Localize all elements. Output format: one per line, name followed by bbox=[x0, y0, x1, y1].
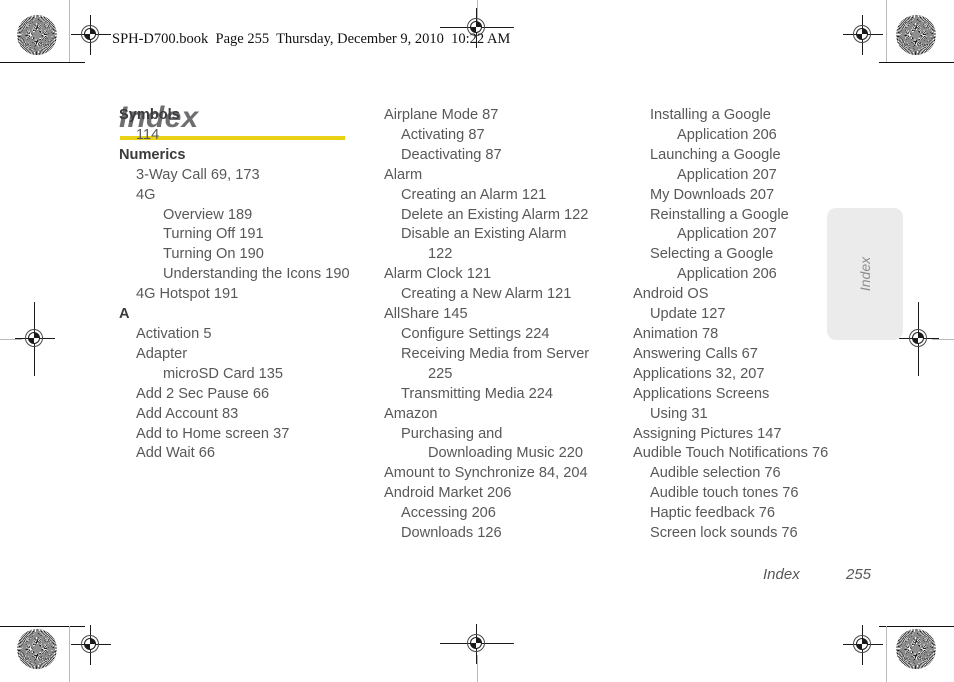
index-entry: Downloads 126 bbox=[401, 525, 502, 542]
crop-line-bottom-right bbox=[879, 626, 954, 627]
registration-target-bottom-left bbox=[71, 625, 111, 665]
index-entry: microSD Card 135 bbox=[163, 365, 284, 382]
registration-target-bottom-right bbox=[843, 625, 883, 665]
thumb-tab-index: Index bbox=[827, 208, 903, 340]
index-entry: Understanding the Icons 190 bbox=[163, 266, 350, 283]
index-entry: Downloading Music 220 bbox=[428, 445, 583, 462]
crop-line-left-vertical-bottom bbox=[69, 626, 70, 682]
index-entry: Disable an Existing Alarm bbox=[401, 226, 567, 243]
index-entry: 122 bbox=[428, 246, 453, 263]
index-entry: 4G bbox=[136, 186, 156, 203]
index-entry: Deactivating 87 bbox=[401, 146, 502, 163]
index-entry: Launching a Google bbox=[650, 146, 781, 163]
crop-line-left-vertical bbox=[69, 0, 70, 62]
starburst-registration-mark-bottom-left bbox=[17, 629, 57, 669]
index-entry: Alarm Clock 121 bbox=[384, 266, 492, 283]
index-entry: Airplane Mode 87 bbox=[384, 107, 499, 123]
index-entry: 114 bbox=[136, 126, 160, 143]
index-entry: 3-Way Call 69, 173 bbox=[136, 166, 260, 183]
index-entry: Applications Screens bbox=[633, 385, 770, 402]
registration-target-bottom-center bbox=[440, 624, 514, 664]
footer-section-label: Index bbox=[763, 566, 800, 583]
index-entry: Overview 189 bbox=[163, 206, 253, 223]
index-entry: Assigning Pictures 147 bbox=[633, 425, 782, 442]
registration-target-top-right bbox=[843, 15, 883, 55]
starburst-registration-mark-bottom-right bbox=[896, 629, 936, 669]
index-entry: Turning On 190 bbox=[163, 246, 264, 263]
index-column-1: Symbols 114 Numerics 3-Way Call 69, 173 4G Ov… bbox=[119, 106, 369, 464]
index-entry: My Downloads 207 bbox=[650, 186, 775, 203]
crop-line-top-left bbox=[0, 62, 85, 63]
index-entry: Configure Settings 224 bbox=[401, 325, 550, 342]
index-column-2: Airplane Mode 87 Activating 87 Deactivatin… bbox=[384, 106, 634, 544]
index-entry: Transmitting Media 224 bbox=[401, 385, 553, 402]
book-file-header: SPH-D700.book Page 255 Thursday, Decembe… bbox=[112, 31, 511, 47]
index-entry: Alarm bbox=[384, 166, 423, 183]
registration-target-mid-left bbox=[15, 302, 55, 376]
starburst-registration-mark-top-right bbox=[896, 15, 936, 55]
index-entry: Add 2 Sec Pause 66 bbox=[136, 385, 270, 402]
index-entry: Application 206 bbox=[677, 126, 777, 143]
index-entry: Receiving Media from Server bbox=[401, 345, 590, 362]
index-entry: Add Account 83 bbox=[136, 405, 239, 422]
footer-page-number: 255 bbox=[846, 566, 872, 583]
index-entry: Using 31 bbox=[650, 405, 708, 422]
index-entry: Amazon bbox=[384, 405, 438, 422]
index-entry: 4G Hotspot 191 bbox=[136, 286, 239, 303]
index-entry: Add to Home screen 37 bbox=[136, 425, 290, 442]
page-footer: Index 255 bbox=[633, 566, 893, 583]
index-entry: Installing a Google bbox=[650, 107, 771, 123]
index-entry: Creating a New Alarm 121 bbox=[401, 286, 572, 303]
index-entry: Audible Touch Notifications 76 bbox=[633, 445, 829, 462]
registration-target-mid-right bbox=[899, 302, 939, 376]
index-letter-heading: Symbols bbox=[119, 107, 180, 123]
index-entry: AllShare 145 bbox=[384, 306, 468, 323]
index-entry: Turning Off 191 bbox=[163, 226, 264, 243]
index-entry: Application 207 bbox=[677, 166, 777, 183]
index-entry: Amount to Synchronize 84, 204 bbox=[384, 465, 588, 482]
index-entry: Answering Calls 67 bbox=[633, 345, 758, 362]
index-entry: Adapter bbox=[136, 345, 188, 362]
index-entry: Haptic feedback 76 bbox=[650, 505, 775, 522]
registration-target-top-left bbox=[71, 15, 111, 55]
index-entry: Applications 32, 207 bbox=[633, 365, 765, 382]
index-entry: Creating an Alarm 121 bbox=[401, 186, 547, 203]
index-entry: Android Market 206 bbox=[384, 485, 512, 502]
thumb-tab-label: Index bbox=[857, 256, 873, 292]
crop-line-top-right bbox=[879, 62, 954, 63]
crop-line-right-vertical-bottom bbox=[886, 626, 887, 682]
crop-line-bottom-left bbox=[0, 626, 85, 627]
index-entry: Delete an Existing Alarm 122 bbox=[401, 206, 589, 223]
index-entry: Purchasing and bbox=[401, 425, 503, 442]
starburst-registration-mark-top-left bbox=[17, 15, 57, 55]
index-letter-heading: A bbox=[119, 306, 130, 323]
index-entry: Audible touch tones 76 bbox=[650, 485, 799, 502]
index-entry: Audible selection 76 bbox=[650, 465, 781, 482]
index-entry: 225 bbox=[428, 365, 453, 382]
index-entry: Accessing 206 bbox=[401, 505, 496, 522]
index-letter-heading: Numerics bbox=[119, 146, 186, 163]
index-entry: Activation 5 bbox=[136, 325, 212, 342]
index-entry: Add Wait 66 bbox=[136, 445, 215, 462]
index-entry: Activating 87 bbox=[401, 126, 485, 143]
index-entry: Screen lock sounds 76 bbox=[650, 525, 798, 542]
crop-line-right-vertical bbox=[886, 0, 887, 62]
